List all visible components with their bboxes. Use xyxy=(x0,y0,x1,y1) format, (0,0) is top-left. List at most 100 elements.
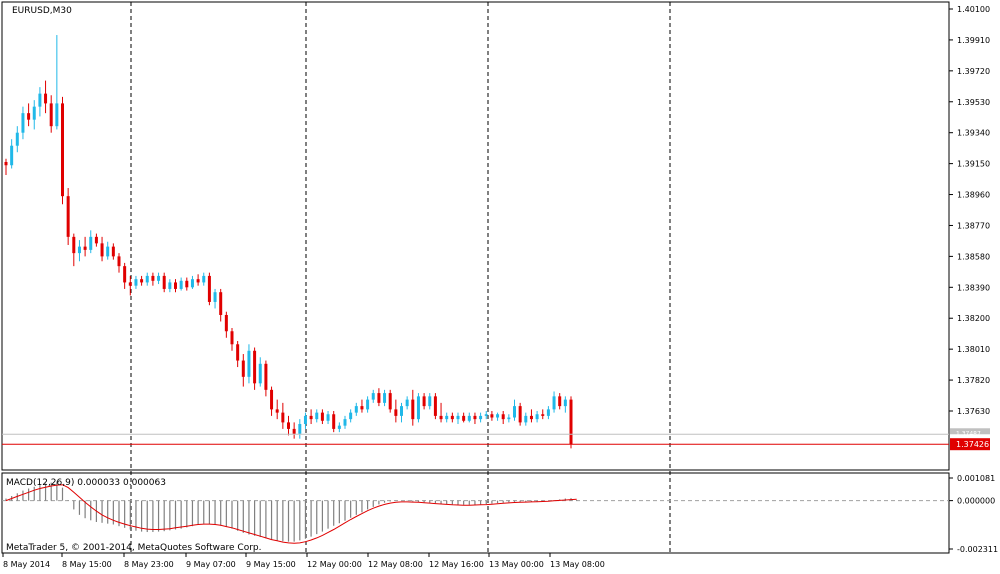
price-tick-label: 1.37630 xyxy=(957,407,990,416)
macd-tick-label: 0.001081 xyxy=(957,474,995,483)
candle-body xyxy=(281,412,285,423)
candle-body xyxy=(450,415,454,420)
candle-body xyxy=(72,236,76,254)
candle-body xyxy=(366,399,370,410)
candle-body xyxy=(529,415,533,420)
candle-body xyxy=(315,412,319,420)
candle-body xyxy=(4,161,8,166)
candle-body xyxy=(354,406,358,413)
time-tick-label: 12 May 16:00 xyxy=(429,560,484,569)
price-tick-label: 1.38960 xyxy=(957,191,990,200)
price-tick-label: 1.39340 xyxy=(957,129,990,138)
candle-body xyxy=(552,396,556,410)
candle-body xyxy=(275,409,279,413)
candle-body xyxy=(61,103,64,197)
candle-body xyxy=(320,412,324,421)
candle-body xyxy=(224,314,228,332)
candle-body xyxy=(219,292,223,315)
time-tick-label: 9 May 15:00 xyxy=(246,560,296,569)
candle-body xyxy=(66,196,70,237)
candle-body xyxy=(558,396,562,407)
candle-body xyxy=(44,93,48,104)
price-tick-label: 1.38200 xyxy=(957,314,990,323)
candle-body xyxy=(383,393,387,403)
candle-body xyxy=(123,266,127,283)
price-tick-label: 1.39530 xyxy=(957,98,990,107)
candle-body xyxy=(247,350,251,377)
trading-chart[interactable]: 1.40100 1.39910 1.39720 1.39530 1.39340 1.391… xyxy=(0,0,1000,574)
candle-body xyxy=(484,414,488,416)
price-tick-label: 1.39150 xyxy=(957,160,990,169)
candle-body xyxy=(371,393,375,400)
candle-body xyxy=(179,280,183,289)
candle-body xyxy=(10,145,14,166)
candle-body xyxy=(496,414,500,418)
price-tick-label: 1.39720 xyxy=(957,67,990,76)
candle-body xyxy=(422,396,426,407)
time-tick-label: 13 May 00:00 xyxy=(489,560,544,569)
copyright-text: MetaTrader 5, © 2001-2014, MetaQuotes So… xyxy=(6,543,262,553)
candle-body xyxy=(145,275,149,283)
candle-body xyxy=(21,113,25,133)
candle-body xyxy=(360,406,364,410)
candle-body xyxy=(117,256,121,267)
candle-body xyxy=(405,399,409,407)
candle-body xyxy=(15,132,19,146)
macd-tick-label: -0.002311 xyxy=(957,545,998,554)
candle-body xyxy=(55,103,59,127)
candle-body xyxy=(349,412,353,420)
candle-body xyxy=(162,275,166,289)
current-price-label: 1.37426 xyxy=(956,440,989,449)
candle-body xyxy=(394,409,398,416)
candle-body xyxy=(507,417,511,420)
candle-body xyxy=(83,246,87,250)
candle-body xyxy=(49,103,53,127)
macd-label: MACD(12,26,9) 0.000033 0.000063 xyxy=(6,478,166,488)
candle-body xyxy=(140,279,144,283)
candle-body xyxy=(377,393,381,403)
candle-body xyxy=(541,414,545,416)
candle-body xyxy=(106,246,110,257)
time-tick-label: 8 May 2014 xyxy=(3,560,50,569)
candle-body xyxy=(151,275,155,281)
candle-body xyxy=(490,414,494,418)
candle-body xyxy=(213,292,217,302)
candle-body xyxy=(185,280,189,288)
candle-body xyxy=(100,243,104,257)
price-tick-label: 1.38390 xyxy=(957,283,990,292)
candle-body xyxy=(202,275,206,283)
candle-body xyxy=(546,409,550,416)
symbol-label: EURUSD,M30 xyxy=(12,6,72,16)
candle-body xyxy=(513,406,516,418)
price-tick-label: 1.38010 xyxy=(957,345,990,354)
candle-body xyxy=(27,113,31,120)
candle-body xyxy=(524,415,528,423)
price-tick-label: 1.40100 xyxy=(957,5,990,14)
candle-body xyxy=(445,415,449,420)
time-tick-label: 8 May 23:00 xyxy=(124,560,174,569)
candle-body xyxy=(309,415,313,420)
candle-body xyxy=(535,414,539,420)
candle-body xyxy=(416,396,420,420)
candle-body xyxy=(473,415,477,420)
candle-body xyxy=(400,406,403,416)
candle-body xyxy=(287,422,290,429)
candle-body xyxy=(264,363,268,390)
candle-body xyxy=(111,246,115,257)
candle-body xyxy=(456,415,460,420)
time-tick-label: 12 May 08:00 xyxy=(368,560,423,569)
candle-body xyxy=(190,279,194,288)
price-tick-label: 1.37820 xyxy=(957,376,990,385)
candle-body xyxy=(270,389,274,410)
candle-body xyxy=(479,415,483,420)
candle-body xyxy=(207,275,211,302)
candle-body xyxy=(32,106,36,120)
candle-body xyxy=(462,415,466,421)
candle-body xyxy=(439,415,443,420)
candle-body xyxy=(196,279,200,283)
candle-body xyxy=(411,399,415,420)
candle-body xyxy=(38,93,42,107)
candle-body xyxy=(303,415,307,425)
bid-price-label: 1.37487 xyxy=(956,430,981,437)
candle-body xyxy=(174,282,177,289)
